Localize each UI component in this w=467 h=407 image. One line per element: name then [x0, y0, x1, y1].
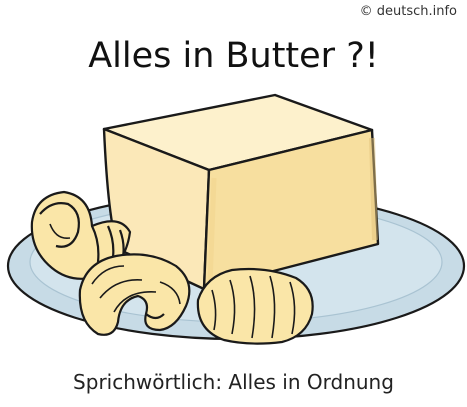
butter-illustration — [6, 93, 466, 345]
butter-curl-right — [196, 267, 314, 345]
caption: Sprichwörtlich: Alles in Ordnung — [73, 370, 394, 394]
